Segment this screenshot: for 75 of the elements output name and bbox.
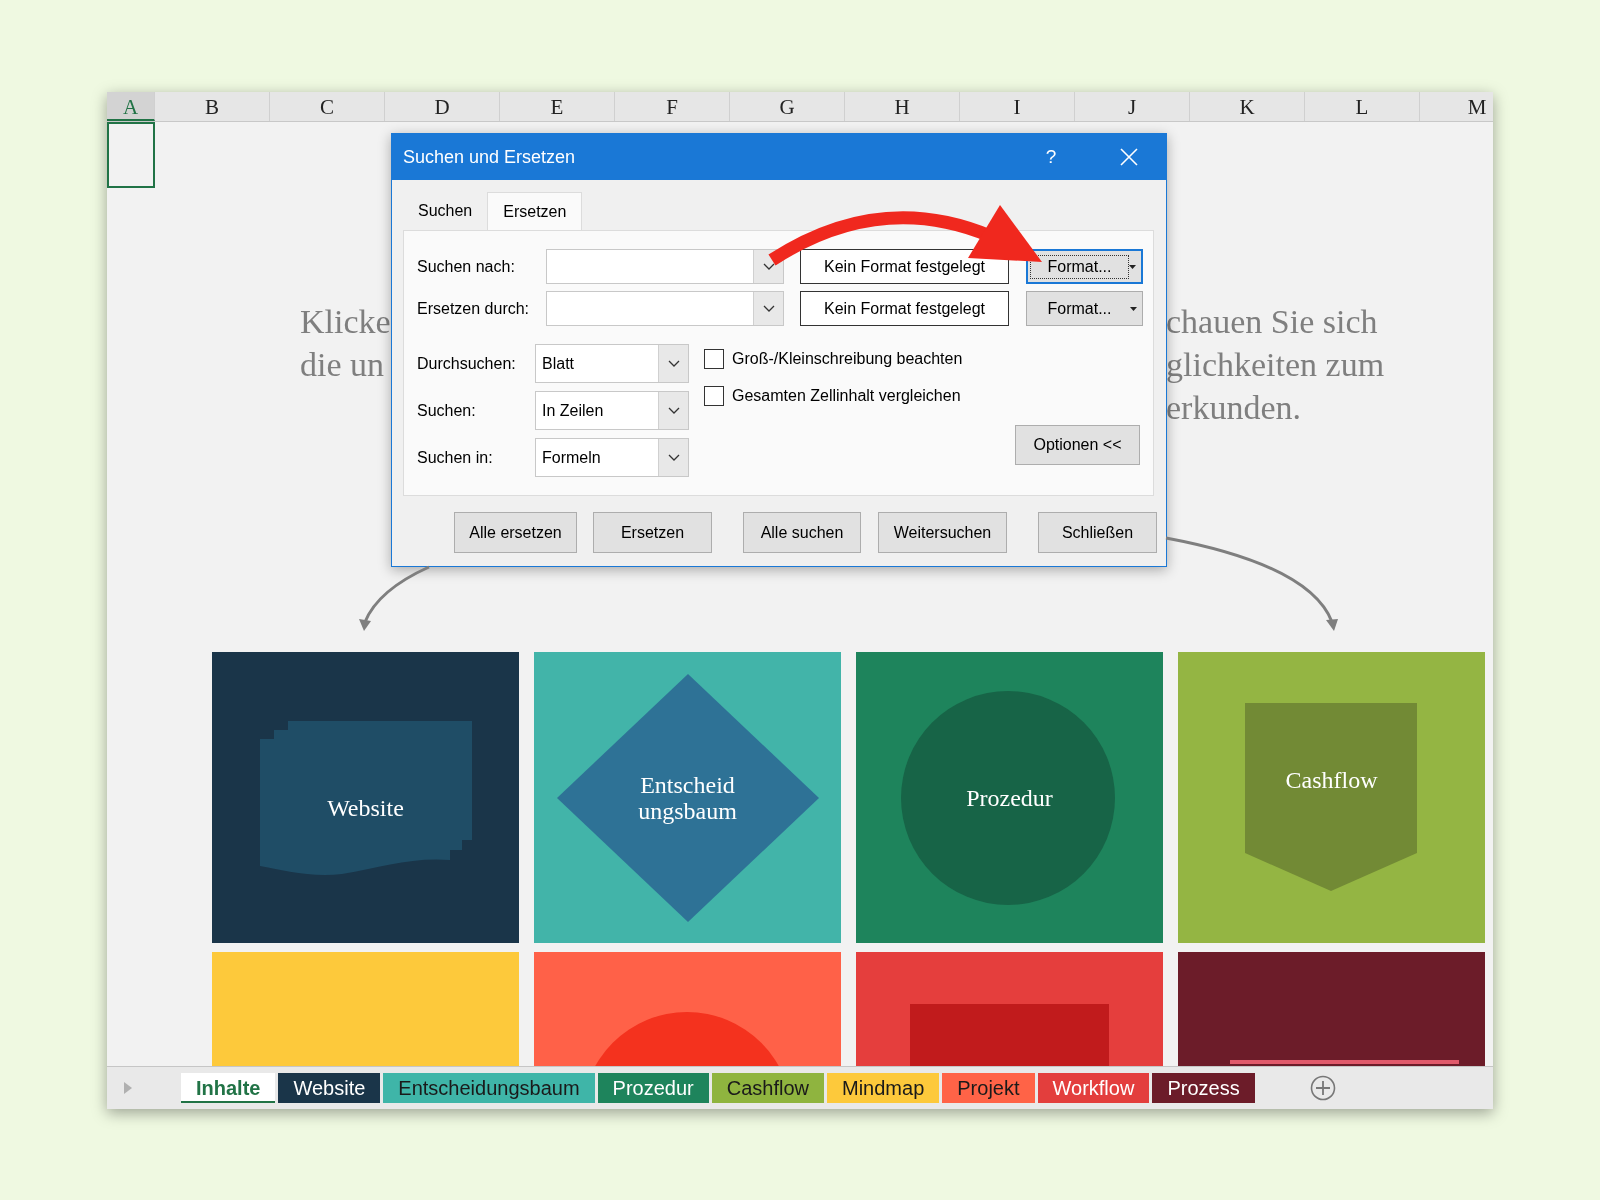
caret-icon [1130,306,1137,311]
dialog-button[interactable]: Alle ersetzen [454,512,577,553]
checkbox-label[interactable]: Gesamten Zellinhalt vergleichen [732,384,961,408]
close-icon [1120,148,1138,166]
chevron-icon [667,454,680,461]
field-label: Suchen: [417,400,477,421]
sheet-tab[interactable]: Website [278,1073,381,1103]
column-header[interactable]: B [155,92,270,121]
text-field[interactable] [546,249,784,284]
tile-label: Prozedur [966,785,1053,811]
select-field[interactable]: In Zeilen [535,391,689,430]
field-label: Durchsuchen: [417,353,517,374]
cell-cursor [107,122,155,188]
sheet-tab[interactable]: Inhalte [181,1073,276,1103]
column-header[interactable]: C [270,92,385,121]
column-header[interactable]: K [1190,92,1305,121]
intro-text: chauen Sie sich [1166,302,1378,342]
add-sheet-icon[interactable] [1309,1075,1336,1101]
intro-text: die un [300,345,385,385]
tile-label: Website [327,795,404,821]
caret-icon [1129,264,1136,269]
format-preview: Kein Format festgelegt [800,249,1009,284]
sheet-tab[interactable]: Mindmap [827,1073,940,1103]
field-label: Ersetzen durch: [417,298,531,319]
checkbox[interactable] [704,349,724,369]
connector-arrow [359,565,430,631]
checkbox-label[interactable]: Groß-/Kleinschreibung beachten [732,347,963,371]
options-button[interactable]: Optionen << [1015,425,1140,465]
column-header[interactable]: L [1305,92,1420,121]
scroll-left-icon[interactable] [124,1082,132,1094]
dialog-button[interactable]: Schließen [1038,512,1157,553]
intro-text: erkunden. [1166,388,1301,428]
checkbox[interactable] [704,386,724,406]
column-header[interactable]: H [845,92,960,121]
dropdown-button[interactable] [658,392,688,429]
help-button[interactable]: ? [1031,141,1071,173]
chevron-icon [667,360,680,367]
format-preview: Kein Format festgelegt [800,291,1009,326]
dialog-button[interactable]: Alle suchen [743,512,861,553]
tile-label: Cashflow [1285,767,1378,793]
column-header[interactable]: A [107,92,155,121]
dialog-button[interactable]: Weitersuchen [878,512,1007,553]
dropdown-button[interactable] [753,292,783,325]
column-header[interactable]: M [1420,92,1493,121]
sheet-tab[interactable]: Projekt [942,1073,1035,1103]
field-label: Suchen in: [417,447,494,468]
column-header[interactable]: D [385,92,500,121]
chevron-icon [762,263,775,270]
tile-label: Entscheid ungsbaum [638,772,737,824]
sheet-tab[interactable]: Prozedur [597,1073,709,1103]
column-header[interactable]: G [730,92,845,121]
column-header[interactable]: J [1075,92,1190,121]
chevron-icon [667,407,680,414]
intro-text: Klicke [300,302,391,342]
column-header[interactable]: E [500,92,615,121]
sheet-tab[interactable]: Prozess [1152,1073,1255,1103]
intro-text: glichkeiten zum [1166,345,1385,385]
dropdown-button[interactable] [658,345,688,382]
dialog-tab[interactable]: Suchen [403,192,488,230]
dropdown-button[interactable] [658,439,688,476]
dialog-title: Suchen und Ersetzen [402,145,577,169]
field-label: Suchen nach: [417,256,516,277]
format-button[interactable]: Format... [1026,291,1143,326]
format-button[interactable]: Format... [1026,249,1143,284]
dialog-tab[interactable]: Ersetzen [487,192,583,230]
column-header[interactable]: I [960,92,1075,121]
sheet-tab[interactable]: Cashflow [711,1073,824,1103]
sheet-tab[interactable]: Entscheidungsbaum [383,1073,595,1103]
sheet-tab[interactable]: Workflow [1037,1073,1150,1103]
text-field[interactable] [546,291,784,326]
chevron-icon [762,305,775,312]
dialog-button[interactable]: Ersetzen [593,512,712,553]
select-field[interactable]: Blatt [535,344,689,383]
column-header[interactable]: F [615,92,730,121]
select-field[interactable]: Formeln [535,438,689,477]
